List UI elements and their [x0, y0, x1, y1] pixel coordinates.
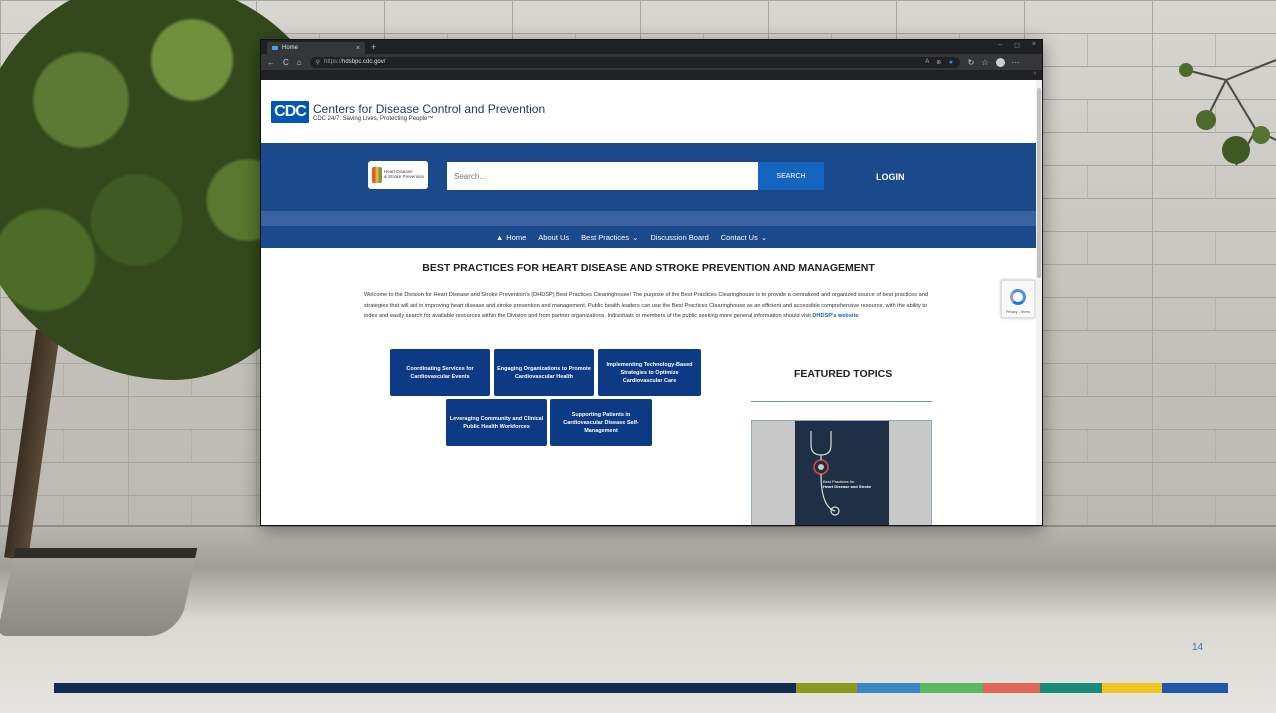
program-logo-mark — [371, 167, 382, 183]
recaptcha-icon — [1010, 289, 1026, 305]
home-icon: ▲ — [495, 232, 504, 242]
topic-button-supporting[interactable]: Supporting Patients in Cardiovascular Di… — [550, 399, 652, 446]
program-logo[interactable]: Heart Disease & Stroke Prevention — [368, 161, 428, 189]
search-button[interactable]: SEARCH — [758, 162, 824, 190]
topic-button-implementing[interactable]: Implementing Technology-Based Strategies… — [598, 349, 701, 396]
footer-bar-segment — [1102, 683, 1162, 693]
footer-bar-segment — [1162, 683, 1228, 693]
recaptcha-badge[interactable]: Privacy - Terms — [1001, 280, 1035, 318]
minimize-button[interactable]: – — [998, 41, 1002, 49]
maximize-button[interactable]: ◻ — [1014, 41, 1020, 49]
close-window-button[interactable]: × — [1032, 41, 1036, 49]
web-page: CDC Centers for Disease Control and Prev… — [261, 80, 1042, 525]
nav-about-us[interactable]: About Us — [538, 233, 569, 242]
tab-close-icon[interactable]: × — [356, 45, 360, 52]
chevron-down-icon: ⌄ — [632, 232, 639, 242]
back-icon[interactable]: ← — [267, 58, 275, 67]
url-scheme: https:// — [324, 59, 343, 65]
refresh-page-icon[interactable]: ↻ — [968, 58, 975, 67]
slide-number: 14 — [1192, 642, 1204, 653]
branches-decoration — [1179, 59, 1276, 166]
read-aloud-icon[interactable]: A — [925, 59, 929, 66]
page-title: BEST PRACTICES FOR HEART DISEASE AND STR… — [422, 262, 875, 274]
more-menu-icon[interactable]: ··· — [1012, 58, 1020, 67]
footer-bar-segment — [796, 683, 857, 693]
featured-book-line2: Heart Disease and Stroke — [823, 484, 872, 489]
login-link[interactable]: LOGIN — [876, 172, 905, 182]
browser-subbar: › — [261, 70, 1042, 80]
footer-bar-segment — [54, 683, 796, 693]
program-logo-line2: & Stroke Prevention — [383, 174, 425, 179]
featured-topics-heading: FEATURED TOPICS — [794, 368, 893, 380]
main-nav: ▲ Home About Us Best Practices ⌄ Discuss… — [261, 226, 1042, 248]
chevron-down-icon: ⌄ — [760, 232, 768, 242]
url-host: hdsbpc.cdc.gov — [342, 59, 384, 65]
scrollbar-thumb[interactable] — [1037, 88, 1041, 278]
search-input[interactable] — [447, 162, 759, 190]
nav-contact-label: Contact Us — [720, 232, 758, 242]
recaptcha-text: Privacy - Terms — [1005, 310, 1031, 314]
home-button-icon[interactable]: ⌂ — [297, 58, 302, 67]
topic-button-coordinating[interactable]: Coordinating Services for Cardiovascular… — [390, 349, 490, 396]
tab-title: Home — [282, 45, 299, 51]
zoom-icon[interactable]: ⊕ — [936, 59, 941, 66]
page-scrollbar[interactable] — [1036, 80, 1042, 525]
org-tagline: CDC 24/7: Saving Lives, Protecting Peopl… — [313, 115, 434, 122]
presentation-slide: Home × + – ◻ × ← C ⌂ ⚲ https://hdsbpc.cd… — [0, 0, 1276, 713]
nav-home[interactable]: ▲ Home — [496, 233, 526, 242]
featured-divider — [751, 401, 932, 402]
intro-paragraph: Welcome to the Division for Heart Diseas… — [364, 290, 939, 322]
address-bar-icons: A ⊕ ★ — [925, 59, 953, 66]
org-name: Centers for Disease Control and Preventi… — [313, 101, 546, 116]
browser-toolbar: ← C ⌂ ⚲ https://hdsbpc.cdc.gov / A ⊕ ★ ↻ … — [261, 54, 1042, 70]
footer-bar-segment — [920, 683, 983, 693]
nav-best-practices[interactable]: Best Practices ⌄ — [581, 233, 638, 242]
url-path: / — [383, 59, 386, 65]
program-logo-text: Heart Disease & Stroke Prevention — [383, 169, 425, 180]
new-tab-button[interactable]: + — [371, 42, 376, 52]
cdc-header: CDC Centers for Disease Control and Prev… — [261, 80, 1042, 143]
refresh-icon[interactable]: C — [283, 58, 289, 67]
footer-bar-segment — [1040, 683, 1102, 693]
toolbar-right: ↻ ☆ ··· — [968, 57, 1020, 67]
nav-discussion-board[interactable]: Discussion Board — [650, 233, 708, 242]
favorite-star-icon[interactable]: ★ — [948, 59, 953, 66]
lock-icon: ⚲ — [315, 59, 321, 66]
cdc-title-block: Centers for Disease Control and Preventi… — [313, 102, 545, 122]
nav-discussion-label: Discussion Board — [650, 232, 709, 242]
chevron-right-icon[interactable]: › — [1034, 70, 1036, 77]
nav-best-practices-label: Best Practices — [581, 232, 630, 242]
featured-topic-card[interactable]: Best Practices for Heart Disease and Str… — [751, 420, 932, 525]
footer-bar-segment — [983, 683, 1040, 693]
window-controls: – ◻ × — [998, 41, 1036, 49]
planter — [0, 548, 198, 636]
featured-book-title: Best Practices for Heart Disease and Str… — [823, 479, 871, 489]
browser-tab-bar: Home × + – ◻ × — [261, 40, 1042, 54]
cdc-logo[interactable]: CDC — [271, 100, 309, 123]
browser-tab[interactable]: Home × — [267, 42, 365, 54]
footer-bar-segment — [857, 683, 920, 693]
address-bar[interactable]: ⚲ https://hdsbpc.cdc.gov / A ⊕ ★ — [309, 56, 960, 68]
browser-window: Home × + – ◻ × ← C ⌂ ⚲ https://hdsbpc.cd… — [261, 40, 1042, 525]
featured-book-cover: Best Practices for Heart Disease and Str… — [795, 421, 889, 525]
search-banner: Heart Disease & Stroke Prevention SEARCH… — [261, 143, 1042, 211]
collections-icon[interactable]: ☆ — [981, 58, 988, 67]
profile-avatar[interactable] — [995, 57, 1005, 67]
topic-button-leveraging[interactable]: Leveraging Community and Clinical Public… — [446, 399, 547, 446]
banner-strip — [261, 211, 1042, 226]
nav-contact-us[interactable]: Contact Us ⌄ — [721, 233, 767, 242]
stethoscope-icon — [810, 431, 840, 516]
nav-home-label: Home — [506, 232, 527, 242]
dhdsp-website-link[interactable]: DHDSP's website — [812, 313, 858, 319]
nav-about-label: About Us — [538, 232, 570, 242]
topic-button-engaging[interactable]: Engaging Organizations to Promote Cardio… — [494, 349, 594, 396]
favicon-icon — [272, 46, 278, 50]
slide-footer-bar — [54, 683, 1228, 693]
